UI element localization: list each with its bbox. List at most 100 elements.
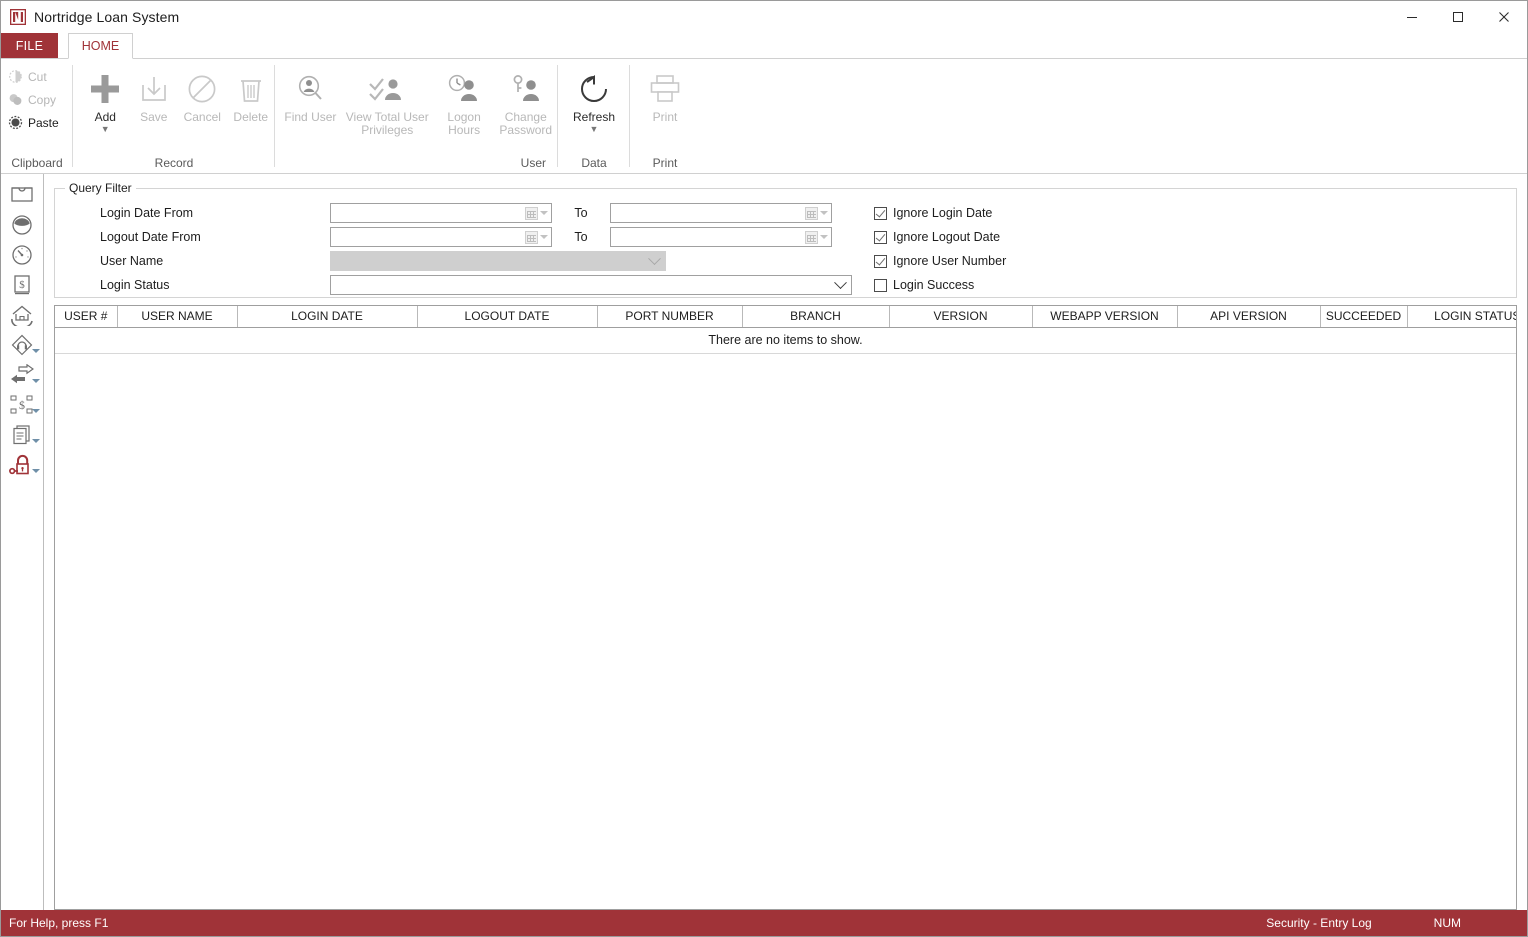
logout-date-to-input[interactable] (610, 227, 832, 247)
login-date-to-input[interactable] (610, 203, 832, 223)
chevron-down-icon[interactable] (32, 469, 40, 473)
login-success-checkbox[interactable]: Login Success (874, 273, 1006, 297)
save-button[interactable]: Save (130, 59, 179, 124)
sidebar-item-payments[interactable]: $ (2, 390, 42, 420)
grid-table: USER # USER NAME LOGIN DATE LOGOUT DATE PORT… (55, 306, 1516, 328)
logon-hours-button[interactable]: Logon Hours (435, 59, 494, 137)
svg-text:$: $ (19, 398, 25, 412)
cancel-button[interactable]: Cancel (178, 59, 227, 124)
sidebar-item-customer[interactable] (2, 210, 42, 240)
user-name-label: User Name (100, 254, 164, 268)
find-user-label: Find User (284, 110, 337, 124)
ribbon-group-clipboard: Cut Copy Paste Clipboard (1, 59, 73, 173)
print-button[interactable]: Print (634, 59, 696, 124)
sidebar-item-security[interactable] (2, 450, 42, 480)
minimize-button[interactable] (1389, 1, 1435, 32)
sidebar-item-dashboard[interactable] (2, 240, 42, 270)
dollar-document-icon: $ (12, 274, 32, 296)
checkbox-box[interactable] (874, 230, 887, 244)
chevron-down-icon[interactable] (32, 409, 40, 413)
maximize-button[interactable] (1435, 1, 1481, 32)
grid-column-header[interactable]: WEBAPP VERSION (1032, 306, 1178, 328)
query-filter-groupbox: Query Filter Login Date From To Logout D… (54, 181, 1517, 298)
logout-date-from-picker-button[interactable] (525, 230, 551, 244)
chevron-down-icon[interactable] (820, 235, 828, 239)
grid-column-header[interactable]: LOGIN DATE (237, 306, 418, 328)
grid-column-header[interactable]: LOGOUT DATE (417, 306, 598, 328)
user-name-combobox[interactable] (330, 251, 666, 271)
sidebar-item-inbox[interactable] (2, 180, 42, 210)
sidebar-item-collateral[interactable] (2, 300, 42, 330)
view-total-user-privileges-label: View Total User Privileges (345, 110, 429, 137)
change-password-button[interactable]: Change Password (493, 59, 558, 137)
cancel-label: Cancel (183, 110, 221, 124)
grid-column-header[interactable]: VERSION (889, 306, 1033, 328)
logout-date-from-label: Logout Date From (100, 230, 201, 244)
logout-date-from-input[interactable] (330, 227, 552, 247)
chevron-down-icon[interactable] (648, 251, 661, 265)
login-date-from-label: Login Date From (100, 206, 194, 220)
refresh-dropdown-caret-icon[interactable]: ▼ (590, 125, 599, 134)
paste-button[interactable]: Paste (8, 111, 63, 134)
copy-label: Copy (28, 92, 57, 107)
chevron-down-icon[interactable] (540, 211, 548, 215)
ribbon: Cut Copy Paste Clipboard Add ▼ Save Canc… (1, 58, 1527, 174)
grid-empty-message: There are no items to show. (55, 328, 1516, 354)
login-date-from-picker-button[interactable] (525, 206, 551, 220)
grid-column-header[interactable]: PORT NUMBER (597, 306, 743, 328)
login-date-to-picker-button[interactable] (805, 206, 831, 220)
ignore-login-date-checkbox[interactable]: Ignore Login Date (874, 201, 1006, 225)
ignore-user-number-checkbox[interactable]: Ignore User Number (874, 249, 1006, 273)
logout-date-to-picker-button[interactable] (805, 230, 831, 244)
view-total-user-privileges-button[interactable]: View Total User Privileges (340, 59, 435, 137)
add-button[interactable]: Add ▼ (81, 59, 130, 134)
sidebar-item-transfer[interactable] (2, 360, 42, 390)
title-bar: Nortridge Loan System (1, 1, 1527, 33)
query-filter-checkboxes: Ignore Login Date Ignore Logout Date Ign… (874, 189, 1006, 297)
copy-icon (8, 92, 23, 107)
close-button[interactable] (1481, 1, 1527, 32)
checkbox-box[interactable] (874, 254, 887, 268)
ignore-logout-date-checkbox[interactable]: Ignore Logout Date (874, 225, 1006, 249)
login-date-row: Login Date From To (55, 201, 852, 225)
chevron-down-icon[interactable] (32, 439, 40, 443)
grid-column-header[interactable]: USER # (55, 306, 118, 328)
tab-home[interactable]: HOME (68, 33, 133, 59)
grid-column-header[interactable]: USER NAME (117, 306, 238, 328)
login-date-from-input[interactable] (330, 203, 552, 223)
login-status-label: Login Status (100, 278, 170, 292)
grid-column-header[interactable]: BRANCH (742, 306, 890, 328)
checkbox-box[interactable] (874, 206, 887, 220)
sidebar-item-support[interactable] (2, 330, 42, 360)
logout-date-row: Logout Date From To (55, 225, 852, 249)
sidebar-item-reports[interactable] (2, 420, 42, 450)
chevron-down-icon[interactable] (834, 275, 847, 289)
documents-icon (11, 424, 33, 446)
grid-column-header[interactable]: API VERSION (1177, 306, 1321, 328)
plus-icon (88, 67, 122, 111)
add-dropdown-caret-icon[interactable]: ▼ (101, 125, 110, 134)
grid-column-header[interactable]: SUCCEEDED (1320, 306, 1408, 328)
find-user-icon (294, 67, 326, 111)
tab-file[interactable]: FILE (1, 33, 58, 59)
find-user-button[interactable]: Find User (281, 59, 340, 124)
user-name-row: User Name (55, 249, 852, 273)
status-help-text: For Help, press F1 (9, 916, 109, 930)
delete-button[interactable]: Delete (227, 59, 276, 124)
copy-button[interactable]: Copy (8, 88, 63, 111)
checkbox-box[interactable] (874, 278, 887, 292)
calendar-icon (805, 230, 818, 244)
ribbon-group-data: Refresh ▼ Data (558, 59, 630, 173)
window-title: Nortridge Loan System (34, 9, 180, 25)
chevron-down-icon[interactable] (32, 349, 40, 353)
chevron-down-icon[interactable] (820, 211, 828, 215)
save-icon (138, 67, 170, 111)
logon-hours-label: Logon Hours (447, 110, 481, 137)
cut-button[interactable]: Cut (8, 65, 63, 88)
login-status-combobox[interactable] (330, 275, 852, 295)
sidebar-item-loan[interactable]: $ (2, 270, 42, 300)
refresh-button[interactable]: Refresh ▼ (563, 59, 625, 134)
chevron-down-icon[interactable] (540, 235, 548, 239)
chevron-down-icon[interactable] (32, 379, 40, 383)
grid-column-header[interactable]: LOGIN STATUS (1407, 306, 1516, 328)
